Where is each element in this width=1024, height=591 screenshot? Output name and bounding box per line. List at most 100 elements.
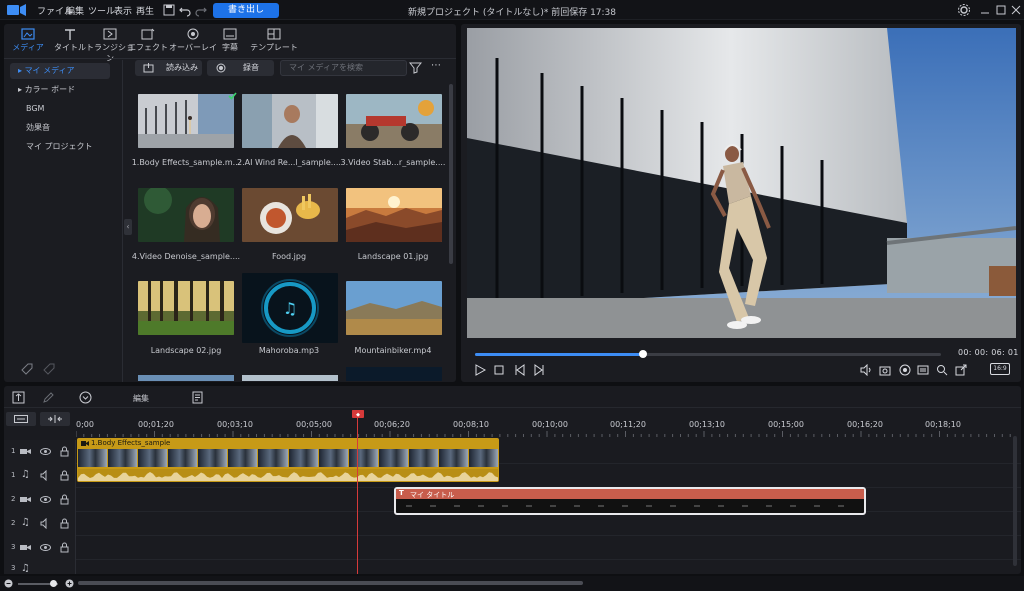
record-button[interactable]: 録音 [207,60,274,76]
zoom-in-icon[interactable] [65,579,74,588]
playback-scrubber[interactable] [475,353,941,356]
import-button[interactable]: 読み込み [135,60,202,76]
timecode-display: 00: 00: 06: 01 [958,348,1019,357]
subtitle-toggle-icon[interactable] [917,364,929,376]
title-clip-header [396,489,864,499]
fit-timeline-button[interactable] [40,412,70,426]
collapse-sidebar-icon[interactable]: ‹ [124,219,132,235]
media-caption: Landscape 02.jpg [150,346,222,355]
zoom-icon[interactable] [936,364,948,376]
arrange-icon[interactable] [12,391,25,404]
nav-sound-effects[interactable]: 効果音 [10,120,110,136]
timeline-vertical-scrollbar[interactable] [1013,436,1017,566]
remove-tag-icon[interactable] [42,362,56,376]
tab-media-label: メディア [12,43,44,52]
ruler-ticks [76,431,1011,437]
lock-icon[interactable] [59,470,70,481]
media-item[interactable] [346,281,442,338]
detach-preview-icon[interactable] [955,364,967,376]
quality-icon[interactable] [899,364,911,376]
audio-track-icon: ♫ [21,517,30,528]
video-preview[interactable] [467,28,1016,338]
timeline-ruler[interactable]: 0;00 00;01;20 00;03;10 00;05;00 00;06;20… [76,416,1021,440]
zoom-slider-handle[interactable] [50,580,57,587]
media-item[interactable]: ♫ [242,273,338,346]
track-row-audio-3: 3 ♫ [4,560,1021,574]
settings-icon[interactable] [957,3,971,17]
fit-timeline-icon [48,415,62,423]
media-item[interactable] [138,375,234,381]
media-icon [21,28,35,40]
next-frame-icon[interactable] [533,364,545,376]
template-icon [267,28,281,40]
nav-color-board-label: カラー ボード [24,85,76,94]
track-manager-button[interactable] [6,412,36,426]
media-item[interactable] [346,188,442,245]
media-item[interactable] [346,94,442,151]
nav-my-media[interactable]: ▸ マイ メディア [10,63,110,79]
audio-track-icon: ♫ [21,469,30,480]
nav-color-board[interactable]: ▸ カラー ボード [10,82,110,98]
media-item[interactable] [346,367,442,381]
more-options-icon[interactable]: ⋯ [431,60,441,71]
add-tag-icon[interactable] [20,362,34,376]
scrubber-handle[interactable] [639,350,647,358]
close-icon[interactable] [1009,3,1023,17]
maximize-icon[interactable] [994,3,1008,17]
visibility-icon[interactable] [40,542,51,553]
title-clip[interactable]: T マイ タイトル [394,487,866,515]
media-item[interactable] [138,92,237,151]
lock-icon[interactable] [59,446,70,457]
record-label: 録音 [243,63,259,72]
tab-effect[interactable]: エフェクト [126,27,170,55]
menu-dropdown-icon[interactable] [79,391,92,404]
speaker-icon[interactable] [40,518,51,529]
zoom-out-icon[interactable] [4,579,13,588]
previous-frame-icon[interactable] [514,364,526,376]
clip-properties-icon[interactable] [191,391,204,404]
media-item[interactable] [242,375,338,381]
clip-video-icon [81,441,89,446]
visibility-icon[interactable] [40,494,51,505]
aspect-ratio-button[interactable]: 16:9 [990,363,1010,375]
media-item[interactable] [138,186,234,245]
sidebar-divider [122,60,123,382]
stop-icon[interactable] [493,364,505,376]
filmstrip-frame [198,449,228,467]
media-library-panel: メディア タイトル トランジション エフェクト オーバーレイ 字幕 テンプレート… [4,24,456,382]
timeline-horizontal-scrollbar[interactable] [78,581,583,585]
media-item[interactable] [138,281,234,338]
filter-icon[interactable] [409,61,422,74]
lock-icon[interactable] [59,542,70,553]
playhead[interactable] [357,410,358,574]
track-header: 3 [4,536,76,560]
speaker-icon[interactable] [40,470,51,481]
play-icon[interactable] [474,364,486,376]
video-clip[interactable]: 1.Body Effects_sample [77,438,499,482]
edit-label[interactable]: 編集 [133,393,149,404]
nav-my-projects[interactable]: マイ プロジェクト [10,139,110,155]
track-header: 1 ♫ [4,464,76,488]
snapshot-icon[interactable] [879,364,891,376]
lock-icon[interactable] [59,494,70,505]
nav-bgm[interactable]: BGM [10,101,110,117]
minimize-icon[interactable] [978,3,992,17]
media-item[interactable] [242,94,338,151]
media-item[interactable] [242,188,338,245]
library-scrollbar[interactable] [449,84,453,264]
nav-my-media-label: マイ メディア [24,66,75,75]
pencil-icon[interactable] [42,391,55,404]
tab-media[interactable]: メディア [6,27,50,55]
playhead-marker-icon[interactable]: ◆ [352,410,364,418]
media-search-input[interactable]: マイ メディアを検索 [280,60,407,76]
media-caption: Food.jpg [271,252,307,261]
tab-subtitle[interactable]: 字幕 [208,27,252,55]
ruler-label: 00;03;10 [217,420,253,429]
lock-icon[interactable] [59,518,70,529]
filmstrip-frame [108,449,138,467]
visibility-icon[interactable] [40,446,51,457]
media-caption: 2.AI Wind Re...l_sample.... [237,158,341,167]
ruler-label: 00;13;10 [689,420,725,429]
tab-template[interactable]: テンプレート [248,27,300,55]
volume-icon[interactable] [860,364,872,376]
